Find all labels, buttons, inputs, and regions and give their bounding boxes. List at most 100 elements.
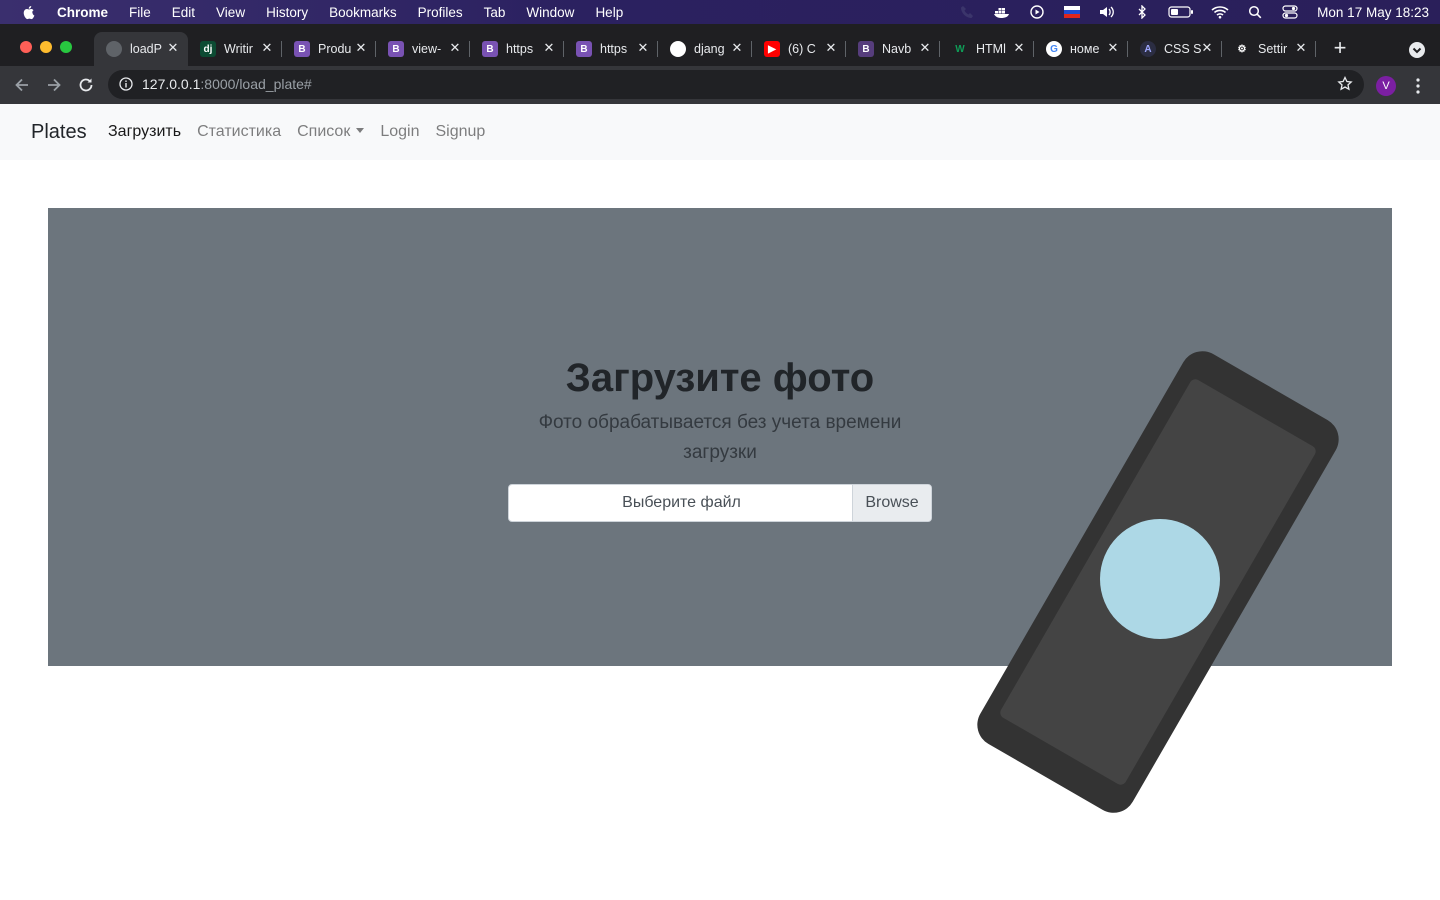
browser-tab[interactable]: ⚙ Settir ✕ (1222, 32, 1316, 66)
browser-tab[interactable]: Bview- ✕ (376, 32, 470, 66)
back-arrow-icon[interactable] (12, 75, 32, 95)
browse-button[interactable]: Browse (852, 485, 931, 521)
tab-title: (6) C (788, 42, 816, 56)
tab-title: loadP (130, 42, 162, 56)
nav-dropdown-label: Список (297, 123, 351, 140)
tab-title: https (600, 42, 628, 56)
volume-icon[interactable] (1098, 5, 1116, 19)
navbar-brand[interactable]: Plates (31, 121, 87, 144)
spotlight-search-icon[interactable] (1246, 5, 1264, 19)
tab-search-button[interactable] (1409, 42, 1425, 58)
web-page: Plates Загрузить Статистика Список Login… (0, 104, 1440, 900)
menu-help[interactable]: Help (595, 5, 623, 20)
phone-handset-icon[interactable] (958, 5, 976, 19)
flag-ru-icon[interactable] (1063, 5, 1081, 19)
url-text[interactable]: 127.0.0.1:8000/load_plate# (142, 76, 312, 92)
battery-icon[interactable] (1168, 5, 1194, 19)
window-controls (20, 41, 80, 53)
close-tab-icon[interactable]: ✕ (166, 41, 180, 55)
control-center-icon[interactable] (1281, 5, 1299, 19)
tab-title: CSS S (1164, 42, 1202, 56)
browser-tab[interactable]: W HTMl ✕ (940, 32, 1034, 66)
close-tab-icon[interactable]: ✕ (824, 41, 838, 55)
close-tab-icon[interactable]: ✕ (260, 41, 274, 55)
nav-link-statistics[interactable]: Статистика (197, 123, 281, 141)
github-icon (670, 41, 686, 57)
close-tab-icon[interactable]: ✕ (636, 41, 650, 55)
menu-tab[interactable]: Tab (484, 5, 506, 20)
menu-file[interactable]: File (129, 5, 151, 20)
address-bar[interactable]: 127.0.0.1:8000/load_plate# (108, 70, 1364, 99)
new-tab-button[interactable]: + (1330, 37, 1350, 59)
close-tab-icon[interactable]: ✕ (542, 41, 556, 55)
bluetooth-icon[interactable] (1133, 5, 1151, 19)
nav-dropdown-list[interactable]: Список (297, 123, 365, 141)
tab-title: номе (1070, 42, 1100, 56)
close-tab-icon[interactable]: ✕ (1294, 41, 1308, 55)
play-circle-icon[interactable] (1028, 5, 1046, 19)
nav-link-signup[interactable]: Signup (435, 123, 485, 141)
menu-edit[interactable]: Edit (172, 5, 195, 20)
more-options-icon[interactable] (1412, 77, 1424, 95)
browser-tab[interactable]: ▶ (6) C ✕ (752, 32, 846, 66)
django-icon: dj (200, 41, 216, 57)
browser-tab[interactable]: Bhttps ✕ (470, 32, 564, 66)
file-input[interactable]: Выберите файл Browse (508, 484, 932, 522)
tab-title: Navb (882, 42, 912, 56)
browser-tab[interactable]: loadP ✕ (94, 32, 188, 66)
browser-tab[interactable]: A CSS S ✕ (1128, 32, 1222, 66)
w-icon: W (952, 41, 968, 57)
profile-avatar[interactable]: V (1376, 76, 1396, 96)
tab-separator (1315, 41, 1316, 57)
reload-icon[interactable] (76, 75, 96, 95)
nav-link-login[interactable]: Login (380, 123, 419, 141)
zoom-window-button[interactable] (60, 41, 72, 53)
tab-title: Settir (1258, 42, 1288, 56)
browser-tab[interactable]: dj Writir ✕ (188, 32, 282, 66)
lead-text: Фото обрабатывается без учета времени за… (538, 412, 902, 463)
close-tab-icon[interactable]: ✕ (448, 41, 462, 55)
caret-down-icon (356, 128, 365, 133)
forward-arrow-icon[interactable] (44, 75, 64, 95)
close-tab-icon[interactable]: ✕ (1012, 41, 1026, 55)
page-title: Загрузите фото (565, 356, 875, 400)
bootstrap-icon: B (858, 41, 874, 57)
apple-icon[interactable] (21, 4, 37, 20)
menu-history[interactable]: History (266, 5, 308, 20)
tab-title: Writir (224, 42, 253, 56)
close-tab-icon[interactable]: ✕ (354, 41, 368, 55)
tab-list: loadP ✕ dj Writir ✕ B Produ ✕ Bview- ✕ Bhttps ✕ Bhtt… (94, 32, 1316, 66)
bookmark-star-icon[interactable] (1337, 76, 1353, 92)
site-info-icon[interactable] (119, 77, 133, 91)
close-tab-icon[interactable]: ✕ (918, 41, 932, 55)
docker-icon[interactable] (993, 5, 1011, 19)
file-input-label[interactable]: Выберите файл (509, 485, 854, 521)
menu-view[interactable]: View (216, 5, 245, 20)
bootstrap-icon: B (482, 41, 498, 57)
wifi-icon[interactable] (1211, 5, 1229, 19)
browser-tab[interactable]: djang ✕ (658, 32, 752, 66)
browser-tab[interactable]: B Navb ✕ (846, 32, 940, 66)
tab-title: HTMl (976, 42, 1006, 56)
macos-menubar: Chrome File Edit View History Bookmarks … (0, 0, 1440, 24)
close-tab-icon[interactable]: ✕ (730, 41, 744, 55)
menubar-clock[interactable]: Mon 17 May 18:23 (1317, 5, 1429, 20)
browser-tab-strip: loadP ✕ dj Writir ✕ B Produ ✕ Bview- ✕ Bhttps ✕ Bhtt… (0, 24, 1440, 66)
browser-tab[interactable]: Gноме ✕ (1034, 32, 1128, 66)
menu-bookmarks[interactable]: Bookmarks (329, 5, 397, 20)
close-tab-icon[interactable]: ✕ (1200, 41, 1214, 55)
minimize-window-button[interactable] (40, 41, 52, 53)
menu-app-name[interactable]: Chrome (57, 5, 108, 20)
menu-profiles[interactable]: Profiles (418, 5, 463, 20)
tab-title: https (506, 42, 534, 56)
a-icon: A (1140, 41, 1156, 57)
browser-tab[interactable]: Bhttps ✕ (564, 32, 658, 66)
menu-window[interactable]: Window (526, 5, 574, 20)
browser-tab[interactable]: B Produ ✕ (282, 32, 376, 66)
nav-link-upload[interactable]: Загрузить (108, 123, 181, 141)
close-tab-icon[interactable]: ✕ (1106, 41, 1120, 55)
tab-title: Produ (318, 42, 352, 56)
tab-title: view- (412, 42, 442, 56)
close-window-button[interactable] (20, 41, 32, 53)
upload-jumbotron: Загрузите фото Фото обрабатывается без у… (48, 208, 1392, 666)
